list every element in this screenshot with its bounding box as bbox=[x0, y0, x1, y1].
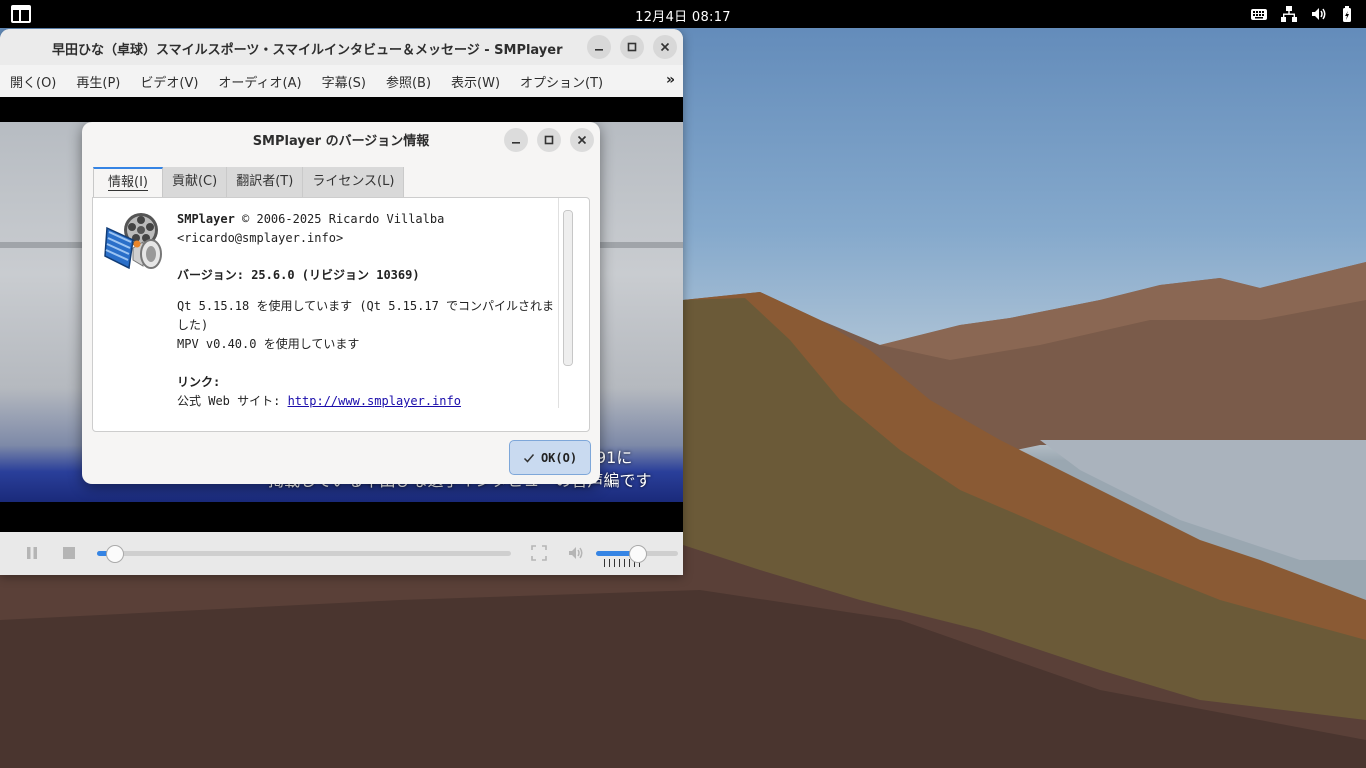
dialog-close-button[interactable] bbox=[570, 128, 594, 152]
keyboard-icon[interactable] bbox=[1250, 5, 1268, 23]
about-dialog: SMPlayer のバージョン情報 情報(I) 貢献(C) 翻訳者(T) ライセ… bbox=[82, 122, 600, 484]
mute-button[interactable] bbox=[567, 544, 585, 562]
window-title: 早田ひな（卓球）スマイルスポーツ・スマイルインタビュー＆メッセージ - SMPl… bbox=[52, 43, 563, 58]
links-heading: リンク: bbox=[177, 375, 221, 389]
dialog-minimize-button[interactable] bbox=[504, 128, 528, 152]
clock[interactable]: 12月4日 08:17 bbox=[0, 6, 1366, 25]
website-link[interactable]: http://www.smplayer.info bbox=[288, 394, 461, 408]
maximize-icon bbox=[627, 42, 637, 52]
smplayer-logo-icon bbox=[103, 208, 167, 272]
fullscreen-button[interactable] bbox=[530, 544, 548, 562]
battery-icon[interactable] bbox=[1340, 5, 1358, 23]
about-tabs: 情報(I) 貢献(C) 翻訳者(T) ライセンス(L) bbox=[93, 167, 405, 198]
video-subtitle-line1: 91に bbox=[596, 448, 633, 467]
mpv-line: MPV v0.40.0 を使用しています bbox=[177, 337, 360, 351]
close-icon bbox=[660, 42, 670, 52]
top-panel: 12月4日 08:17 bbox=[0, 0, 1366, 28]
maximize-button[interactable] bbox=[620, 35, 644, 59]
menu-open[interactable]: 開く(O) bbox=[0, 72, 66, 91]
menu-browse[interactable]: 参照(B) bbox=[376, 72, 441, 91]
volume-handle[interactable] bbox=[629, 545, 647, 563]
checkmark-icon bbox=[523, 453, 535, 463]
menu-options[interactable]: オプション(T) bbox=[510, 72, 613, 91]
about-info-text: SMPlayer © 2006-2025 Ricardo Villalba <r… bbox=[177, 210, 557, 411]
window-titlebar[interactable]: 早田ひな（卓球）スマイルスポーツ・スマイルインタビュー＆メッセージ - SMPl… bbox=[0, 29, 683, 65]
dialog-maximize-button[interactable] bbox=[537, 128, 561, 152]
qt-line: Qt 5.15.18 を使用しています (Qt 5.15.17 でコンパイルされ… bbox=[177, 299, 555, 313]
menu-play[interactable]: 再生(P) bbox=[66, 72, 130, 91]
ok-button-label: OK(O) bbox=[540, 450, 578, 465]
minimize-icon bbox=[595, 49, 603, 51]
fullscreen-icon bbox=[531, 545, 547, 561]
app-name: SMPlayer bbox=[177, 212, 235, 226]
system-tray bbox=[1250, 5, 1358, 23]
pause-icon bbox=[27, 547, 37, 559]
minimize-icon bbox=[512, 142, 520, 144]
website-label: 公式 Web サイト: bbox=[177, 394, 288, 408]
menu-overflow-button[interactable]: » bbox=[666, 72, 675, 88]
copyright: © 2006-2025 Ricardo Villalba bbox=[242, 212, 445, 226]
speaker-icon bbox=[569, 547, 583, 559]
menu-video[interactable]: ビデオ(V) bbox=[130, 72, 208, 91]
tab-translators[interactable]: 翻訳者(T) bbox=[227, 167, 304, 197]
version-line: バージョン: 25.6.0 (リビジョン 10369) bbox=[177, 268, 420, 282]
menu-subtitles[interactable]: 字幕(S) bbox=[312, 72, 376, 91]
tab-info[interactable]: 情報(I) bbox=[93, 167, 163, 198]
qt-line-cont: した) bbox=[177, 318, 209, 332]
control-bar bbox=[0, 532, 683, 575]
network-icon[interactable] bbox=[1280, 5, 1298, 23]
minimize-button[interactable] bbox=[587, 35, 611, 59]
author-email: <ricardo@smplayer.info> bbox=[177, 231, 344, 245]
stop-icon bbox=[63, 547, 75, 559]
seek-slider[interactable] bbox=[97, 551, 511, 556]
info-scrollbar[interactable] bbox=[563, 210, 573, 366]
stop-button[interactable] bbox=[60, 544, 78, 562]
menu-audio[interactable]: オーディオ(A) bbox=[208, 72, 311, 91]
volume-icon[interactable] bbox=[1310, 5, 1328, 23]
menu-bar: 開く(O) 再生(P) ビデオ(V) オーディオ(A) 字幕(S) 参照(B) … bbox=[0, 65, 683, 97]
maximize-icon bbox=[544, 135, 554, 145]
ok-button[interactable]: OK(O) bbox=[509, 440, 591, 475]
close-icon bbox=[577, 135, 587, 145]
seek-handle[interactable] bbox=[106, 545, 124, 563]
pause-button[interactable] bbox=[23, 544, 41, 562]
info-panel: SMPlayer © 2006-2025 Ricardo Villalba <r… bbox=[92, 197, 590, 432]
tab-contributions[interactable]: 貢献(C) bbox=[162, 167, 228, 197]
tab-license[interactable]: ライセンス(L) bbox=[303, 167, 405, 197]
close-button[interactable] bbox=[653, 35, 677, 59]
menu-view[interactable]: 表示(W) bbox=[441, 72, 510, 91]
